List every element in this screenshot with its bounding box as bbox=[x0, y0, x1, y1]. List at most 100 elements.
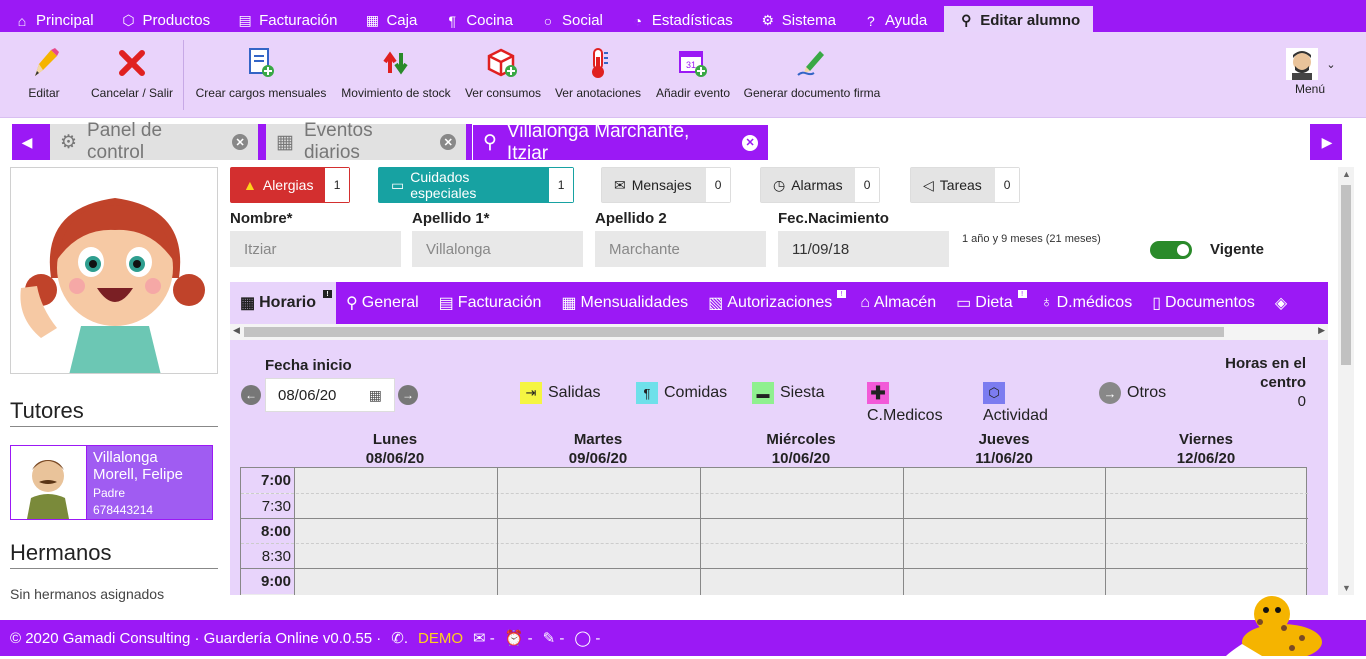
box-add-icon bbox=[487, 40, 519, 86]
subtab-autorizaciones[interactable]: ▧ Autorizaciones! bbox=[698, 282, 850, 324]
day-header-viernes: Viernes 12/06/20 bbox=[1176, 431, 1236, 467]
arrows-updown-icon bbox=[381, 40, 411, 86]
schedule-grid[interactable]: 7:00 7:30 8:00 8:30 9:00 bbox=[240, 467, 1308, 595]
warehouse-icon: ⌂ bbox=[860, 294, 870, 311]
caret-left-icon: ◀ bbox=[21, 133, 33, 150]
movimiento-stock-button[interactable]: Movimiento de stock bbox=[338, 32, 454, 118]
tutor-phone: 678443214 bbox=[93, 503, 154, 517]
fecha-inicio-input[interactable]: 08/06/20 ▦ bbox=[265, 378, 395, 412]
phone-icon[interactable]: ✆. bbox=[391, 629, 408, 647]
chat-icon: ◯ bbox=[574, 630, 596, 647]
tab-alumno[interactable]: ⚲ Villalonga Marchante, Itziar ✕ bbox=[472, 121, 769, 164]
subtab-almacen[interactable]: ⌂ Almacén bbox=[850, 282, 946, 324]
tabs-prev-button[interactable]: ◀ bbox=[12, 124, 42, 160]
editar-button[interactable]: Editar bbox=[14, 32, 74, 118]
envelope-icon: ✉ bbox=[614, 176, 626, 193]
footer-mail[interactable]: ✉ - bbox=[473, 629, 495, 647]
document-icon: ▤ bbox=[238, 12, 252, 28]
footer-chat[interactable]: ◯ - bbox=[574, 629, 600, 647]
ambulance-icon: ▭ bbox=[391, 176, 405, 193]
subtab-dieta[interactable]: ▭ Dieta! bbox=[946, 282, 1030, 324]
calendar-add-icon: 31 bbox=[677, 40, 709, 86]
tabs-next-button[interactable]: ▶ bbox=[1312, 124, 1342, 160]
time-row[interactable]: 8:30 bbox=[241, 543, 1308, 569]
close-tab-icon[interactable]: ✕ bbox=[742, 134, 758, 151]
menu-facturacion[interactable]: ▤ Facturación bbox=[223, 0, 350, 32]
cancelar-salir-button[interactable]: Cancelar / Salir bbox=[86, 32, 178, 118]
cuidados-especiales-button[interactable]: ▭ Cuidados especiales 1 bbox=[378, 167, 574, 203]
time-row[interactable]: 9:00 bbox=[241, 568, 1308, 594]
envelope-icon: ✉ bbox=[473, 630, 490, 647]
menu-productos[interactable]: ⬡ Productos bbox=[107, 0, 224, 32]
footer-pin[interactable]: ✎ - bbox=[543, 629, 565, 647]
apellido1-field[interactable]: Villalonga bbox=[412, 231, 583, 267]
menu-principal[interactable]: ⌂ Principal bbox=[0, 0, 107, 32]
subtab-general[interactable]: ⚲ General bbox=[336, 282, 429, 324]
menu-caja[interactable]: ▦ Caja bbox=[350, 0, 430, 32]
footer-alarm[interactable]: ⏰ - bbox=[505, 629, 533, 647]
subtab-horario[interactable]: ▦ Horario! bbox=[230, 282, 337, 324]
page-scrollbar[interactable]: ▲ ▼ bbox=[1338, 167, 1354, 595]
menu-cocina[interactable]: ¶ Cocina bbox=[430, 0, 526, 32]
tutores-title: Tutores bbox=[10, 398, 218, 427]
subtab-documentos[interactable]: ▯ Documentos bbox=[1142, 282, 1265, 324]
crear-cargos-button[interactable]: Crear cargos mensuales bbox=[194, 32, 328, 118]
prev-week-button[interactable]: ← bbox=[241, 385, 261, 405]
file-icon: ▯ bbox=[1152, 295, 1162, 312]
menu-editar-alumno[interactable]: ⚲ Editar alumno bbox=[944, 6, 1094, 32]
tareas-button[interactable]: ◁ Tareas 0 bbox=[910, 167, 1020, 203]
close-tab-icon[interactable]: ✕ bbox=[440, 134, 456, 150]
next-week-button[interactable]: → bbox=[398, 385, 418, 405]
dashboard-icon: ⚙ bbox=[60, 131, 78, 153]
menu-estadisticas[interactable]: ◔ Estadísticas bbox=[616, 0, 746, 32]
calendar-icon[interactable]: ▦ bbox=[369, 387, 382, 404]
menu-social[interactable]: ○ Social bbox=[526, 0, 616, 32]
tareas-count: 0 bbox=[995, 168, 1019, 202]
vigente-toggle[interactable] bbox=[1150, 241, 1192, 259]
scroll-right-icon[interactable]: ▶ bbox=[1318, 325, 1325, 336]
sin-hermanos-text: Sin hermanos asignados bbox=[10, 586, 165, 602]
scrollbar-thumb[interactable] bbox=[244, 327, 1224, 337]
apellido2-label: Apellido 2 bbox=[595, 210, 667, 227]
tab-eventos-diarios[interactable]: ▦ Eventos diarios ✕ bbox=[266, 120, 466, 163]
day-header-jueves: Jueves 11/06/20 bbox=[975, 431, 1033, 467]
cash-register-icon: ▦ bbox=[365, 12, 380, 28]
nombre-field[interactable]: Itziar bbox=[230, 231, 401, 267]
close-tab-icon[interactable]: ✕ bbox=[232, 134, 248, 150]
fecnac-field[interactable]: 11/09/18 bbox=[778, 231, 949, 267]
subtab-mensualidades[interactable]: ▦ Mensualidades bbox=[551, 282, 698, 324]
tutor-name: Villalonga Morell, Felipe bbox=[93, 449, 184, 483]
scroll-down-icon[interactable]: ▼ bbox=[1342, 583, 1351, 593]
scroll-up-icon[interactable]: ▲ bbox=[1342, 169, 1351, 179]
user-menu[interactable]: ⌄ Menú bbox=[1280, 32, 1340, 118]
subtab-dmedicos[interactable]: ♁ D.médicos bbox=[1031, 282, 1143, 324]
arrow-left-icon: ← bbox=[245, 388, 257, 402]
tutor-card[interactable]: Villalonga Morell, Felipe Padre 67844321… bbox=[10, 445, 213, 520]
alergias-button[interactable]: ▲ Alergias 1 bbox=[230, 167, 350, 203]
mensajes-button[interactable]: ✉ Mensajes 0 bbox=[601, 167, 731, 203]
ver-anotaciones-button[interactable]: Ver anotaciones bbox=[552, 32, 644, 118]
apellido2-field[interactable]: Marchante bbox=[595, 231, 766, 267]
child-icon: ⚲ bbox=[961, 11, 972, 28]
anadir-evento-button[interactable]: 31 Añadir evento bbox=[652, 32, 734, 118]
exit-icon: ⇥ bbox=[520, 382, 542, 404]
time-row[interactable]: 8:00 bbox=[241, 518, 1308, 544]
ver-consumos-button[interactable]: Ver consumos bbox=[462, 32, 544, 118]
subtab-more[interactable]: ◈ bbox=[1265, 282, 1297, 324]
scroll-left-icon[interactable]: ◀ bbox=[233, 325, 240, 336]
student-photo bbox=[10, 167, 218, 374]
tabs-empty-area bbox=[769, 124, 1310, 160]
scrollbar-thumb[interactable] bbox=[1341, 185, 1351, 365]
alarmas-button[interactable]: ◷ Alarmas 0 bbox=[760, 167, 880, 203]
subtabs-scrollbar[interactable]: ◀ ▶ bbox=[230, 324, 1328, 340]
time-row[interactable]: 7:30 bbox=[241, 493, 1308, 519]
time-row[interactable]: 7:00 bbox=[241, 468, 1308, 493]
menu-sistema[interactable]: ⚙ Sistema bbox=[746, 0, 849, 32]
grid-divider bbox=[497, 468, 498, 595]
menu-ayuda[interactable]: ? Ayuda bbox=[849, 0, 940, 32]
tab-panel-control[interactable]: ⚙ Panel de control ✕ bbox=[50, 120, 258, 163]
child-icon: ⚲ bbox=[346, 295, 358, 312]
generar-documento-button[interactable]: Generar documento firma bbox=[742, 32, 882, 118]
subtab-facturacion[interactable]: ▤ Facturación bbox=[429, 282, 552, 324]
cuidados-count: 1 bbox=[549, 168, 573, 202]
